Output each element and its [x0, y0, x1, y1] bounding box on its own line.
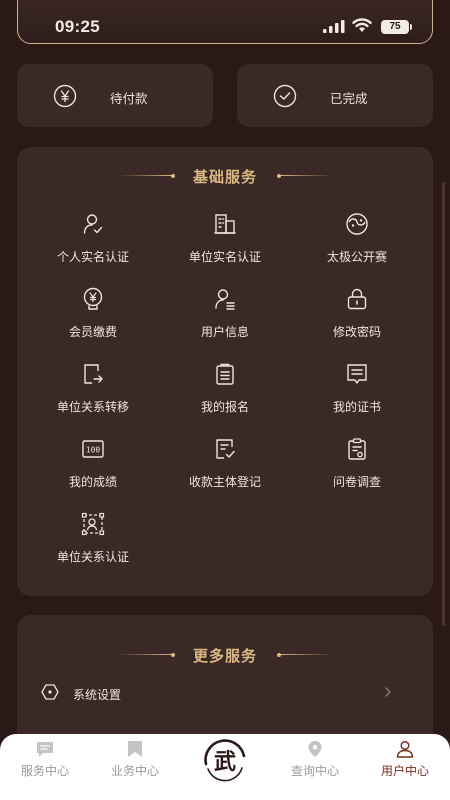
certificate-icon	[347, 364, 367, 384]
tab-query-center[interactable]: 查询中心	[270, 734, 360, 800]
system-settings-item[interactable]: 系统设置	[17, 677, 433, 707]
lock-icon	[347, 288, 367, 310]
service-member-fee[interactable]: 会员缴费	[28, 287, 158, 353]
transfer-icon	[84, 364, 103, 384]
tab-label: 业务中心	[110, 764, 159, 778]
svg-text:100: 100	[86, 446, 101, 455]
tab-business-center[interactable]: 业务中心	[90, 734, 180, 800]
basic-services-title: 基础服务	[192, 168, 257, 186]
service-label: 太极公开赛	[326, 250, 387, 264]
user-icon	[396, 740, 414, 758]
service-label: 用户信息	[200, 325, 249, 339]
tab-user-center[interactable]: 用户中心	[360, 734, 450, 800]
basic-services-panel: 基础服务 个人实名认证 单位实名认证 太极公开赛 会员缴费 用户信息 修改密码 …	[17, 147, 433, 596]
register-icon	[216, 439, 235, 459]
location-icon	[308, 741, 322, 757]
tab-label: 服务中心	[20, 764, 69, 778]
settings-icon	[41, 684, 59, 700]
clipboard-icon	[216, 363, 234, 385]
logo-character: 武	[214, 749, 236, 775]
service-my-certificate[interactable]: 我的证书	[292, 362, 422, 428]
order-pending-label: 待付款	[110, 91, 148, 106]
signal-icon	[323, 20, 345, 33]
scrollbar[interactable]	[442, 182, 445, 626]
service-label: 单位关系转移	[56, 400, 129, 414]
relation-verify-icon	[81, 512, 105, 536]
check-circle-icon	[273, 84, 297, 108]
chevron-right-icon	[385, 687, 391, 697]
service-my-registration[interactable]: 我的报名	[160, 362, 290, 428]
service-label: 收款主体登记	[188, 475, 261, 489]
user-info-icon	[215, 289, 235, 310]
service-company-verify[interactable]: 单位实名认证	[160, 212, 290, 278]
service-label: 我的报名	[200, 400, 249, 414]
order-completed-label: 已完成	[330, 91, 368, 106]
survey-icon	[348, 438, 366, 460]
person-verify-icon	[83, 214, 103, 234]
tab-label: 查询中心	[290, 764, 339, 778]
service-change-password[interactable]: 修改密码	[292, 287, 422, 353]
service-survey[interactable]: 问卷调查	[292, 437, 422, 503]
service-label: 会员缴费	[68, 325, 117, 339]
service-my-score[interactable]: 100 我的成绩	[28, 437, 158, 503]
yen-badge-icon	[83, 287, 103, 310]
title-decoration	[279, 654, 333, 655]
building-icon	[214, 214, 236, 234]
service-personal-verify[interactable]: 个人实名认证	[28, 212, 158, 278]
tab-service-center[interactable]: 服务中心	[0, 734, 90, 800]
more-services-title: 更多服务	[192, 647, 257, 665]
system-settings-label: 系统设置	[73, 688, 122, 702]
service-label: 单位实名认证	[188, 250, 261, 264]
taiji-icon	[346, 213, 368, 235]
wifi-icon	[352, 18, 372, 32]
service-relation-transfer[interactable]: 单位关系转移	[28, 362, 158, 428]
service-label: 问卷调查	[332, 475, 381, 489]
title-decoration	[279, 175, 333, 176]
service-label: 我的成绩	[68, 475, 117, 489]
chat-icon	[37, 742, 53, 757]
status-time: 09:25	[55, 17, 100, 36]
yen-circle-icon	[53, 84, 77, 108]
service-label: 单位关系认证	[56, 550, 129, 564]
service-relation-verify[interactable]: 单位关系认证	[28, 512, 158, 578]
service-user-info[interactable]: 用户信息	[160, 287, 290, 353]
status-bar: 09:25 75	[0, 0, 450, 46]
score-icon: 100	[82, 440, 104, 458]
order-pending-card[interactable]: 待付款	[17, 64, 213, 127]
wu-logo-icon: 武	[204, 739, 246, 782]
center-logo-button[interactable]: 武	[200, 736, 250, 786]
tab-label: 用户中心	[380, 764, 429, 778]
service-label: 修改密码	[332, 325, 381, 339]
battery-icon: 75	[381, 20, 412, 34]
service-label: 个人实名认证	[56, 250, 129, 264]
service-label: 我的证书	[332, 400, 381, 414]
service-taiji-open[interactable]: 太极公开赛	[292, 212, 422, 278]
service-payee-register[interactable]: 收款主体登记	[160, 437, 290, 503]
order-completed-card[interactable]: 已完成	[237, 64, 433, 127]
bookmark-icon	[128, 741, 142, 757]
